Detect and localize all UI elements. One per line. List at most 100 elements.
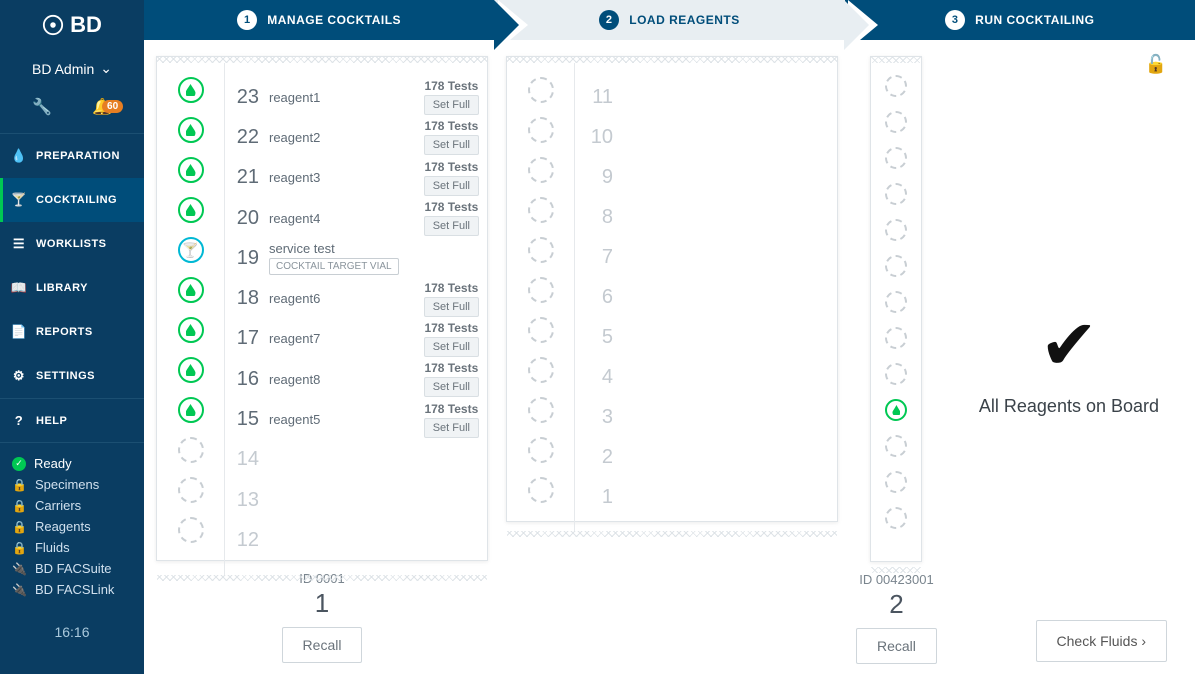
check-fluids-button[interactable]: Check Fluids › <box>1036 620 1167 662</box>
rack-1-slot[interactable]: 15reagent5178 TestsSet Full <box>233 399 479 439</box>
rack-1-slot[interactable]: 23reagent1178 TestsSet Full <box>233 77 479 117</box>
rack-3-slot[interactable] <box>885 75 907 97</box>
rack-2-slot[interactable]: 8 <box>587 197 825 237</box>
slot-reagent-name: service test <box>269 241 399 256</box>
rack-2-slot-circle[interactable] <box>528 357 554 383</box>
rack-2-slot-circle[interactable] <box>528 197 554 223</box>
status-carriers[interactable]: 🔒Carriers <box>12 495 132 516</box>
rack-2-slot[interactable]: 7 <box>587 237 825 277</box>
nav-cocktailing[interactable]: 🍸COCKTAILING <box>0 178 144 222</box>
rack-2-slot[interactable]: 9 <box>587 157 825 197</box>
rack-3-slot[interactable] <box>885 363 907 385</box>
rack-1-slot-circle[interactable] <box>178 197 204 223</box>
rack-2-slot-circle[interactable] <box>528 397 554 423</box>
nav-preparation[interactable]: 💧PREPARATION <box>0 134 144 178</box>
rack-1-slot[interactable]: 19service testCOCKTAIL TARGET VIAL <box>233 238 479 278</box>
rack-2-slot-circle[interactable] <box>528 77 554 103</box>
rack-3-slot[interactable] <box>885 111 907 133</box>
slot-reagent-name: reagent2 <box>269 130 320 145</box>
rack-3-slot[interactable] <box>885 147 907 169</box>
set-full-button[interactable]: Set Full <box>424 216 479 236</box>
rack-3-slot[interactable] <box>885 327 907 349</box>
rack-1-slot-circle[interactable] <box>178 77 204 103</box>
rack-3-slot[interactable] <box>885 507 907 529</box>
rack-2-slot[interactable]: 10 <box>587 117 825 157</box>
rack-3-slot[interactable] <box>885 471 907 493</box>
rack-2-slot-circle[interactable] <box>528 437 554 463</box>
set-full-button[interactable]: Set Full <box>424 377 479 397</box>
rack-2-slot[interactable]: 5 <box>587 317 825 357</box>
set-full-button[interactable]: Set Full <box>424 95 479 115</box>
rack-1-slot-circle[interactable]: 🍸 <box>178 237 204 263</box>
rack-2-slot-circle[interactable] <box>528 277 554 303</box>
user-menu[interactable]: BD Admin ⌄ <box>0 50 144 87</box>
rack-2-slot-circle[interactable] <box>528 117 554 143</box>
status-facsuite[interactable]: 🔌BD FACSuite <box>12 558 132 579</box>
unlock-icon[interactable]: 🔓 <box>1145 54 1167 75</box>
rack-1-slot-circle[interactable] <box>178 277 204 303</box>
rack-3-slot[interactable] <box>885 435 907 457</box>
rack-2-slot[interactable]: 1 <box>587 477 825 517</box>
rack-1-slot[interactable]: 22reagent2178 TestsSet Full <box>233 117 479 157</box>
rack-1-slot[interactable]: 13 <box>233 480 479 520</box>
rack-1-slot-circle[interactable] <box>178 477 204 503</box>
bell-icon[interactable]: 🔔60 <box>92 97 112 117</box>
doc-icon: 📄 <box>12 324 26 340</box>
rack-1-slot-circle[interactable] <box>178 117 204 143</box>
rack-1-slot-circle[interactable] <box>178 157 204 183</box>
set-full-button[interactable]: Set Full <box>424 337 479 357</box>
status-facslink[interactable]: 🔌BD FACSLink <box>12 579 132 600</box>
rack-2-slot[interactable]: 11 <box>587 77 825 117</box>
step-load-reagents[interactable]: 2LOAD REAGENTS <box>494 0 844 40</box>
rack-2-slot[interactable]: 3 <box>587 397 825 437</box>
wrench-icon[interactable]: 🔧 <box>32 97 52 117</box>
rack-1-slot[interactable]: 16reagent8178 TestsSet Full <box>233 359 479 399</box>
set-full-button[interactable]: Set Full <box>424 297 479 317</box>
rack-3-slot[interactable] <box>885 183 907 205</box>
nav-help[interactable]: ?HELP <box>0 399 144 442</box>
slot-number: 9 <box>587 166 613 189</box>
rack-1-slot-circle[interactable] <box>178 517 204 543</box>
status-reagents[interactable]: 🔒Reagents <box>12 516 132 537</box>
rack-1-slot-circle[interactable] <box>178 437 204 463</box>
rack-1-slot[interactable]: 18reagent6178 TestsSet Full <box>233 278 479 318</box>
rack-3-slot[interactable] <box>885 291 907 313</box>
tool-row: 🔧 🔔60 <box>0 87 144 133</box>
rack-1-slot[interactable]: 14 <box>233 440 479 480</box>
drop-icon <box>186 324 196 336</box>
rack-2-slot-circle[interactable] <box>528 317 554 343</box>
rack-2-slot[interactable]: 4 <box>587 357 825 397</box>
nav-library[interactable]: 📖LIBRARY <box>0 266 144 310</box>
rack-1-slot[interactable]: 20reagent4178 TestsSet Full <box>233 198 479 238</box>
nav-settings[interactable]: ⚙SETTINGS <box>0 354 144 398</box>
rack-2-slot-circle[interactable] <box>528 477 554 503</box>
set-full-button[interactable]: Set Full <box>424 418 479 438</box>
status-fluids[interactable]: 🔒Fluids <box>12 537 132 558</box>
rack-3-slot[interactable] <box>885 255 907 277</box>
status-specimens[interactable]: 🔒Specimens <box>12 474 132 495</box>
set-full-button[interactable]: Set Full <box>424 176 479 196</box>
step-manage-cocktails[interactable]: 1MANAGE COCKTAILS <box>144 0 494 40</box>
rack-1-slot-circle[interactable] <box>178 397 204 423</box>
slot-tests: 178 Tests <box>424 160 479 174</box>
rack-3-slot[interactable] <box>885 399 907 421</box>
slot-reagent-name: reagent7 <box>269 331 320 346</box>
cocktail-icon: 🍸 <box>182 242 199 259</box>
nav-reports[interactable]: 📄REPORTS <box>0 310 144 354</box>
step-run-cocktailing[interactable]: 3RUN COCKTAILING <box>845 0 1195 40</box>
rack-1-slot[interactable]: 17reagent7178 TestsSet Full <box>233 319 479 359</box>
rack-2-slot[interactable]: 6 <box>587 277 825 317</box>
rack-2-slot-circle[interactable] <box>528 157 554 183</box>
rack-1-slot-circle[interactable] <box>178 317 204 343</box>
rack-3-slot[interactable] <box>885 219 907 241</box>
rack-1-slot-circle[interactable] <box>178 357 204 383</box>
rack-1-slot[interactable]: 21reagent3178 TestsSet Full <box>233 158 479 198</box>
slot-tests: 178 Tests <box>424 119 479 133</box>
nav-worklists[interactable]: ☰WORKLISTS <box>0 222 144 266</box>
rack-1-slot[interactable]: 12 <box>233 520 479 560</box>
rack-2-recall-button[interactable]: Recall <box>856 628 937 664</box>
rack-2-slot-circle[interactable] <box>528 237 554 263</box>
rack-2-slot[interactable]: 2 <box>587 437 825 477</box>
set-full-button[interactable]: Set Full <box>424 135 479 155</box>
rack-1-recall-button[interactable]: Recall <box>282 627 363 663</box>
